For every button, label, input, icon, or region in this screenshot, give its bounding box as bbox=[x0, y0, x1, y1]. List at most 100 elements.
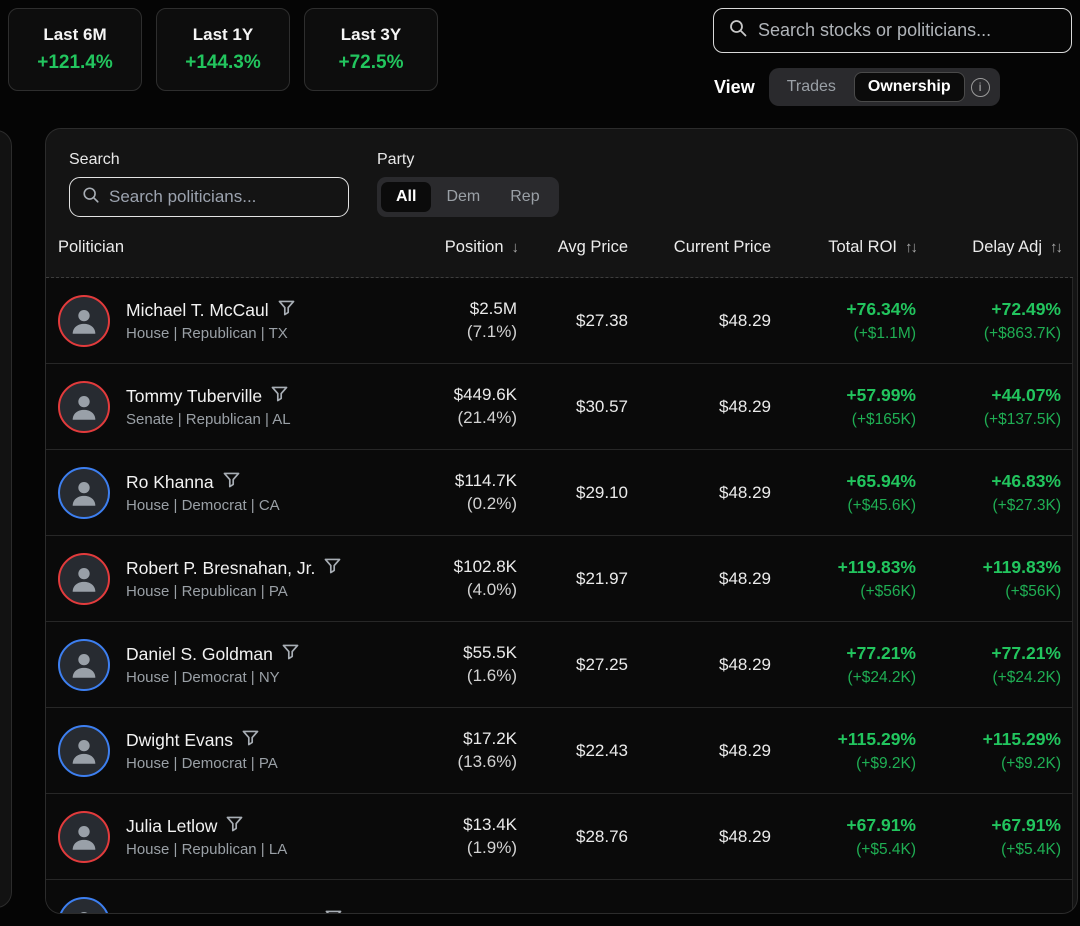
politician-name[interactable]: Gilbert Ray Cisneros, Jr. bbox=[126, 910, 316, 914]
filter-funnel-icon[interactable] bbox=[325, 910, 342, 914]
col-current-price: Current Price bbox=[628, 238, 771, 257]
politician-meta: House | Republican | PA bbox=[126, 583, 341, 600]
avatar bbox=[58, 295, 110, 347]
stat-value: +144.3% bbox=[185, 52, 261, 74]
view-toggle-group: Trades Ownership i bbox=[769, 68, 1000, 106]
position-value: $17.2K bbox=[424, 729, 517, 749]
filter-funnel-icon[interactable] bbox=[242, 730, 259, 751]
politician-cell: Julia Letlow House | Republican | LA bbox=[46, 811, 424, 863]
position-cell: $449.6K (21.4%) bbox=[424, 385, 517, 428]
stat-card-3y[interactable]: Last 3Y +72.5% bbox=[304, 8, 438, 91]
table-row[interactable]: Gilbert Ray Cisneros, Jr. $11.3K +40.66%… bbox=[46, 880, 1072, 914]
adjacent-panel-edge bbox=[0, 130, 12, 908]
avg-price-cell: $27.25 bbox=[517, 655, 628, 675]
delay-adj-cell: +40.66% bbox=[916, 910, 1073, 915]
position-value: $102.8K bbox=[424, 557, 517, 577]
total-roi-cell: +119.83% (+$56K) bbox=[771, 557, 916, 601]
delay-percent: +115.29% bbox=[916, 729, 1061, 750]
table-row[interactable]: Julia Letlow House | Republican | LA $13… bbox=[46, 794, 1072, 880]
stat-card-6m[interactable]: Last 6M +121.4% bbox=[8, 8, 142, 91]
politician-cell: Michael T. McCaul House | Republican | T… bbox=[46, 295, 424, 347]
delay-adj-cell: +67.91% (+$5.4K) bbox=[916, 815, 1073, 859]
view-label: View bbox=[714, 77, 755, 98]
col-position[interactable]: Position ↓ bbox=[424, 238, 517, 257]
delay-percent: +46.83% bbox=[916, 471, 1061, 492]
roi-amount: (+$9.2K) bbox=[771, 755, 916, 773]
position-cell: $102.8K (4.0%) bbox=[424, 557, 517, 600]
current-price-cell: $48.29 bbox=[628, 311, 771, 331]
stat-value: +72.5% bbox=[339, 52, 404, 74]
filter-funnel-icon[interactable] bbox=[282, 644, 299, 665]
avg-price-cell: $30.57 bbox=[517, 397, 628, 417]
filter-funnel-icon[interactable] bbox=[223, 472, 240, 493]
table-row[interactable]: Robert P. Bresnahan, Jr. House | Republi… bbox=[46, 536, 1072, 622]
position-value: $11.3K bbox=[424, 911, 517, 914]
party-option-all[interactable]: All bbox=[381, 182, 431, 212]
filter-funnel-icon[interactable] bbox=[278, 300, 295, 321]
avatar bbox=[58, 553, 110, 605]
position-percent: (4.0%) bbox=[424, 580, 517, 600]
politician-cell: Daniel S. Goldman House | Democrat | NY bbox=[46, 639, 424, 691]
position-value: $13.4K bbox=[424, 815, 517, 835]
politician-search[interactable] bbox=[69, 177, 349, 217]
politician-name[interactable]: Dwight Evans bbox=[126, 730, 233, 751]
delay-amount: (+$863.7K) bbox=[916, 325, 1061, 343]
view-toggle-row: View Trades Ownership i bbox=[714, 68, 1000, 106]
roi-percent: +119.83% bbox=[771, 557, 916, 578]
roi-percent: +115.29% bbox=[771, 729, 916, 750]
filter-funnel-icon[interactable] bbox=[226, 816, 243, 837]
table-row[interactable]: Ro Khanna House | Democrat | CA $114.7K … bbox=[46, 450, 1072, 536]
stat-value: +121.4% bbox=[37, 52, 113, 74]
position-cell: $17.2K (13.6%) bbox=[424, 729, 517, 772]
party-option-rep[interactable]: Rep bbox=[495, 182, 554, 212]
view-option-trades[interactable]: Trades bbox=[773, 73, 850, 101]
global-search-input[interactable] bbox=[758, 20, 1057, 41]
politician-name[interactable]: Ro Khanna bbox=[126, 472, 214, 493]
avatar bbox=[58, 897, 110, 915]
search-label: Search bbox=[69, 151, 349, 169]
current-price-cell: $48.29 bbox=[628, 483, 771, 503]
politician-name[interactable]: Tommy Tuberville bbox=[126, 386, 262, 407]
stat-card-1y[interactable]: Last 1Y +144.3% bbox=[156, 8, 290, 91]
filter-funnel-icon[interactable] bbox=[324, 558, 341, 579]
party-filter-group: All Dem Rep bbox=[377, 177, 559, 217]
roi-percent: +76.34% bbox=[771, 299, 916, 320]
avatar bbox=[58, 381, 110, 433]
roi-amount: (+$24.2K) bbox=[771, 669, 916, 687]
table-row[interactable]: Tommy Tuberville Senate | Republican | A… bbox=[46, 364, 1072, 450]
position-percent: (7.1%) bbox=[424, 322, 517, 342]
table-row[interactable]: Dwight Evans House | Democrat | PA $17.2… bbox=[46, 708, 1072, 794]
search-icon bbox=[728, 18, 748, 43]
table-row[interactable]: Michael T. McCaul House | Republican | T… bbox=[46, 278, 1072, 364]
delay-adj-cell: +119.83% (+$56K) bbox=[916, 557, 1073, 601]
politician-name[interactable]: Julia Letlow bbox=[126, 816, 217, 837]
politician-cell: Dwight Evans House | Democrat | PA bbox=[46, 725, 424, 777]
view-option-ownership[interactable]: Ownership bbox=[854, 72, 965, 102]
delay-adj-cell: +115.29% (+$9.2K) bbox=[916, 729, 1073, 773]
position-percent: (1.6%) bbox=[424, 666, 517, 686]
delay-percent: +44.07% bbox=[916, 385, 1061, 406]
politician-name[interactable]: Robert P. Bresnahan, Jr. bbox=[126, 558, 315, 579]
delay-amount: (+$5.4K) bbox=[916, 841, 1061, 859]
avg-price-cell: $27.38 bbox=[517, 311, 628, 331]
politician-search-input[interactable] bbox=[109, 187, 336, 207]
filter-funnel-icon[interactable] bbox=[271, 386, 288, 407]
current-price-cell: $48.29 bbox=[628, 655, 771, 675]
sort-both-icon: ↑↓ bbox=[1050, 239, 1061, 256]
position-percent: (0.2%) bbox=[424, 494, 517, 514]
position-percent: (21.4%) bbox=[424, 408, 517, 428]
roi-amount: (+$1.1M) bbox=[771, 325, 916, 343]
col-total-roi[interactable]: Total ROI ↑↓ bbox=[771, 238, 916, 257]
avg-price-cell: $22.43 bbox=[517, 741, 628, 761]
delay-adj-cell: +46.83% (+$27.3K) bbox=[916, 471, 1073, 515]
info-icon[interactable]: i bbox=[971, 78, 990, 97]
table-row[interactable]: Daniel S. Goldman House | Democrat | NY … bbox=[46, 622, 1072, 708]
party-option-dem[interactable]: Dem bbox=[431, 182, 495, 212]
col-avg-price: Avg Price bbox=[517, 238, 628, 257]
delay-amount: (+$56K) bbox=[916, 583, 1061, 601]
politician-name[interactable]: Daniel S. Goldman bbox=[126, 644, 273, 665]
global-search[interactable] bbox=[713, 8, 1072, 53]
roi-amount: (+$5.4K) bbox=[771, 841, 916, 859]
col-delay-adj[interactable]: Delay Adj ↑↓ bbox=[916, 238, 1073, 257]
politician-name[interactable]: Michael T. McCaul bbox=[126, 300, 269, 321]
